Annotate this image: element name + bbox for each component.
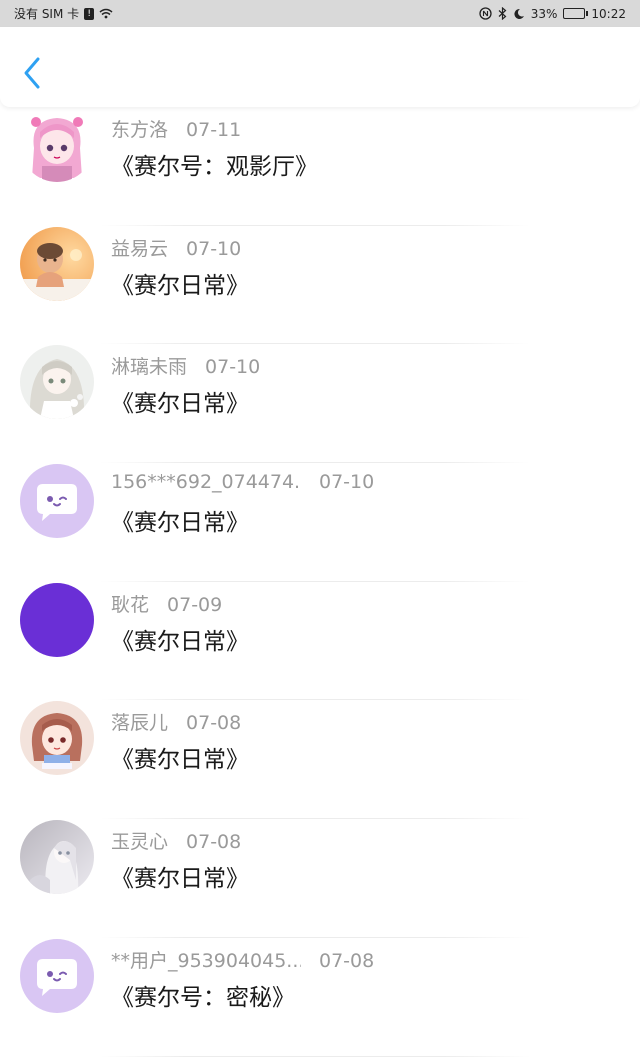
list-item[interactable]: 益易云 07-10 《赛尔日常》	[0, 226, 640, 345]
post-date: 07-08	[186, 831, 242, 854]
item-meta: 益易云 07-10	[111, 234, 241, 261]
item-meta: **用户_953904045... 07-08	[111, 946, 374, 973]
post-date: 07-11	[186, 119, 242, 141]
bluetooth-icon	[498, 7, 507, 20]
item-meta: 156***692_074474.. 07-10	[111, 471, 374, 493]
post-date: 07-10	[186, 237, 242, 260]
battery-icon	[563, 8, 589, 19]
avatar[interactable]	[20, 938, 94, 1013]
author-name: 156***692_074474..	[111, 471, 301, 494]
item-title[interactable]: 《赛尔日常》	[111, 384, 249, 418]
comment-list: 东方洛 07-11 《赛尔号：观影厅》 益易云 07-10 《赛尔日常》 淋璃未…	[0, 107, 640, 1057]
author-name: 东方洛	[111, 119, 169, 141]
avatar[interactable]	[20, 226, 94, 301]
item-title[interactable]: 《赛尔日常》	[111, 503, 249, 537]
item-title[interactable]: 《赛尔日常》	[111, 266, 249, 300]
post-date: 07-08	[186, 712, 242, 735]
item-title[interactable]: 《赛尔号：观影厅》	[111, 147, 318, 181]
back-button[interactable]	[18, 55, 48, 91]
avatar[interactable]	[20, 820, 94, 895]
moon-icon	[514, 8, 524, 19]
author-name: 益易云	[111, 237, 169, 260]
author-name: 玉灵心	[111, 831, 169, 854]
list-item[interactable]: 淋璃未雨 07-10 《赛尔日常》	[0, 344, 640, 464]
header-bar	[0, 27, 640, 107]
item-meta: 淋璃未雨 07-10	[111, 352, 260, 379]
item-meta: 东方洛 07-11	[111, 115, 241, 142]
battery-percent: 33%	[530, 6, 558, 21]
author-name: 淋璃未雨	[111, 356, 188, 379]
avatar[interactable]	[20, 701, 94, 776]
post-date: 07-08	[319, 949, 375, 972]
item-meta: 落辰儿 07-08	[111, 708, 241, 735]
list-item[interactable]: 156***692_074474.. 07-10 《赛尔日常》	[0, 463, 640, 582]
avatar[interactable]	[20, 464, 94, 539]
list-item[interactable]: 玉灵心 07-08 《赛尔日常》	[0, 819, 640, 938]
post-date: 07-10	[319, 471, 375, 494]
chevron-left-icon	[24, 57, 40, 89]
author-name: 耿花	[111, 593, 150, 616]
post-date: 07-09	[167, 593, 223, 616]
avatar[interactable]	[20, 345, 94, 420]
item-title[interactable]: 《赛尔号：密秘》	[111, 978, 295, 1012]
author-name: **用户_953904045...	[111, 949, 301, 972]
carrier-text: 没有 SIM 卡	[14, 7, 80, 21]
list-item[interactable]: 落辰儿 07-08 《赛尔日常》	[0, 700, 640, 820]
item-meta: 耿花 07-09	[111, 590, 222, 617]
status-bar: 没有 SIM 卡 ! 33% 10:22	[0, 0, 640, 27]
post-date: 07-10	[205, 356, 261, 379]
divider	[100, 1055, 530, 1057]
item-title[interactable]: 《赛尔日常》	[111, 622, 249, 656]
clock: 10:22	[591, 6, 626, 21]
list-item[interactable]: 东方洛 07-11 《赛尔号：观影厅》	[0, 107, 640, 226]
avatar[interactable]	[20, 108, 94, 182]
wifi-icon	[99, 8, 113, 19]
item-title[interactable]: 《赛尔日常》	[111, 740, 249, 774]
avatar[interactable]	[20, 582, 94, 657]
author-name: 落辰儿	[111, 712, 169, 735]
list-item[interactable]: **用户_953904045... 07-08 《赛尔号：密秘》	[0, 938, 640, 1057]
item-meta: 玉灵心 07-08	[111, 827, 241, 854]
list-item[interactable]: 耿花 07-09 《赛尔日常》	[0, 582, 640, 701]
item-title[interactable]: 《赛尔日常》	[111, 859, 249, 893]
nfc-icon	[479, 7, 492, 20]
sim-alert-icon: !	[84, 7, 95, 20]
